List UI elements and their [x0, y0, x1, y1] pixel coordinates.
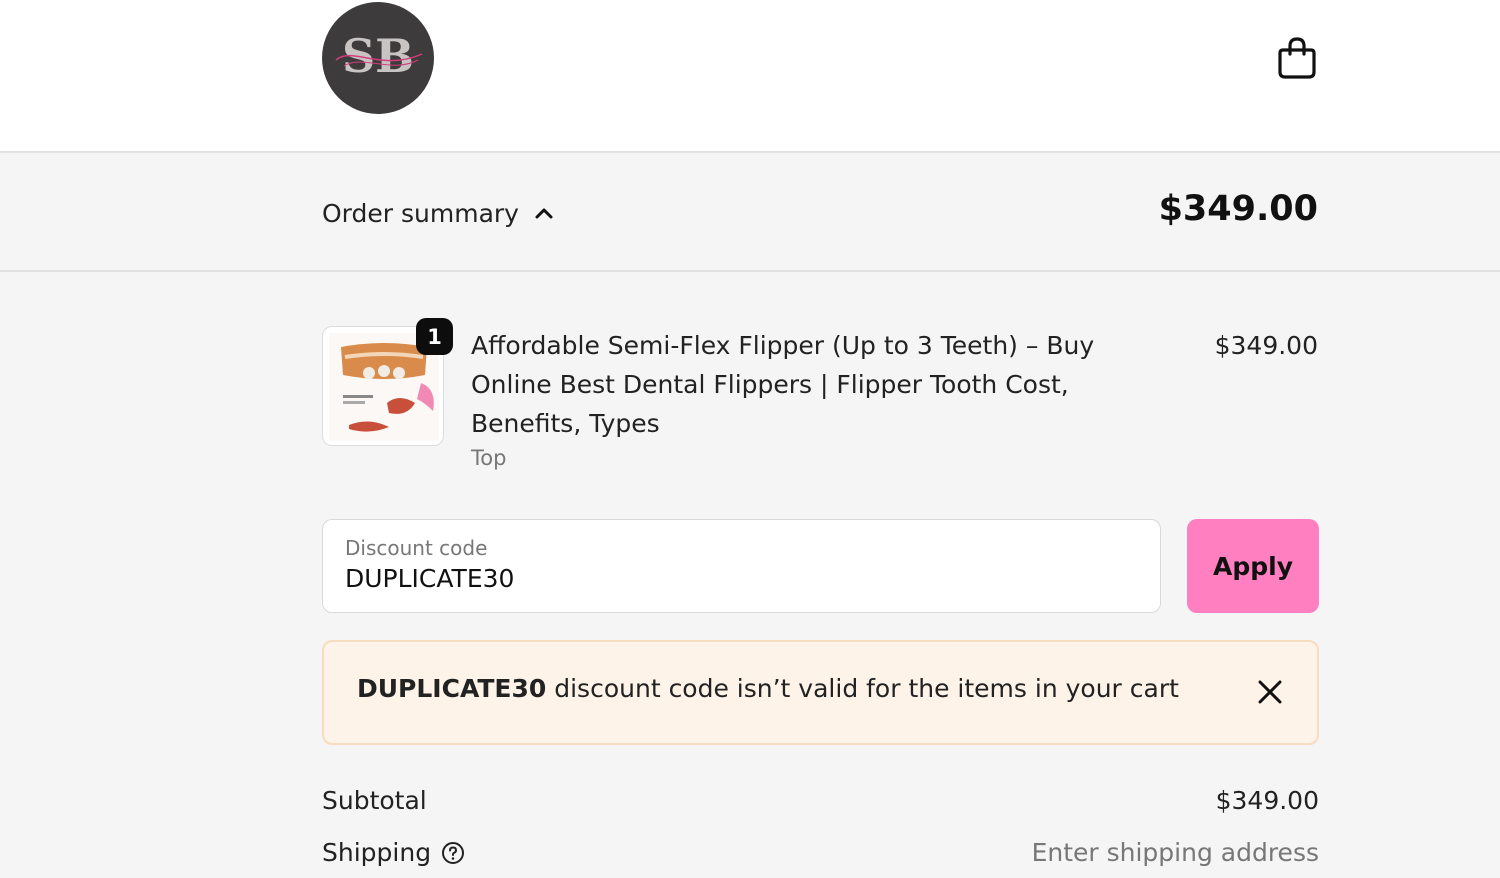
product-variant: Top — [471, 446, 507, 470]
close-icon[interactable] — [1256, 678, 1284, 706]
logo-mark: SB — [335, 29, 423, 83]
line-item: 1 Affordable Semi-Flex Flipper (Up to 3 … — [322, 318, 1318, 476]
apply-discount-button[interactable]: Apply — [1187, 519, 1319, 613]
help-circle-icon[interactable] — [441, 841, 465, 865]
subtotal-row: Subtotal $349.00 — [322, 786, 1319, 826]
store-logo[interactable]: SB — [322, 2, 434, 114]
discount-code-field[interactable]: Discount code — [322, 519, 1161, 613]
discount-code-input[interactable] — [345, 564, 1125, 593]
order-summary-label: Order summary — [322, 198, 519, 228]
product-title: Affordable Semi-Flex Flipper (Up to 3 Te… — [471, 331, 1095, 438]
shipping-label: Shipping — [322, 838, 432, 867]
quantity-badge: 1 — [416, 318, 453, 355]
subtotal-value: $349.00 — [1215, 786, 1319, 815]
product-price: $349.00 — [1214, 331, 1318, 360]
error-message-text: discount code isn’t valid for the items … — [546, 674, 1179, 703]
subtotal-label: Subtotal — [322, 786, 427, 815]
shopping-bag-icon[interactable] — [1276, 36, 1318, 80]
shipping-value: Enter shipping address — [1031, 838, 1319, 867]
discount-error-message: DUPLICATE30 discount code isn’t valid fo… — [357, 674, 1179, 703]
chevron-up-icon — [535, 208, 553, 219]
shipping-label-group: Shipping — [322, 838, 465, 867]
product-thumbnail: 1 — [322, 318, 453, 446]
order-total: $349.00 — [1158, 189, 1318, 229]
order-summary-bar: Order summary $349.00 — [0, 153, 1500, 272]
order-summary-content: 1 Affordable Semi-Flex Flipper (Up to 3 … — [0, 272, 1500, 872]
order-summary-toggle[interactable]: Order summary — [322, 193, 555, 233]
discount-error-banner: DUPLICATE30 discount code isn’t valid fo… — [322, 640, 1319, 745]
shipping-row: Shipping Enter shipping address — [322, 838, 1319, 878]
site-header: SB — [0, 0, 1500, 153]
discount-code-label: Discount code — [345, 536, 488, 560]
error-code: DUPLICATE30 — [357, 674, 547, 703]
